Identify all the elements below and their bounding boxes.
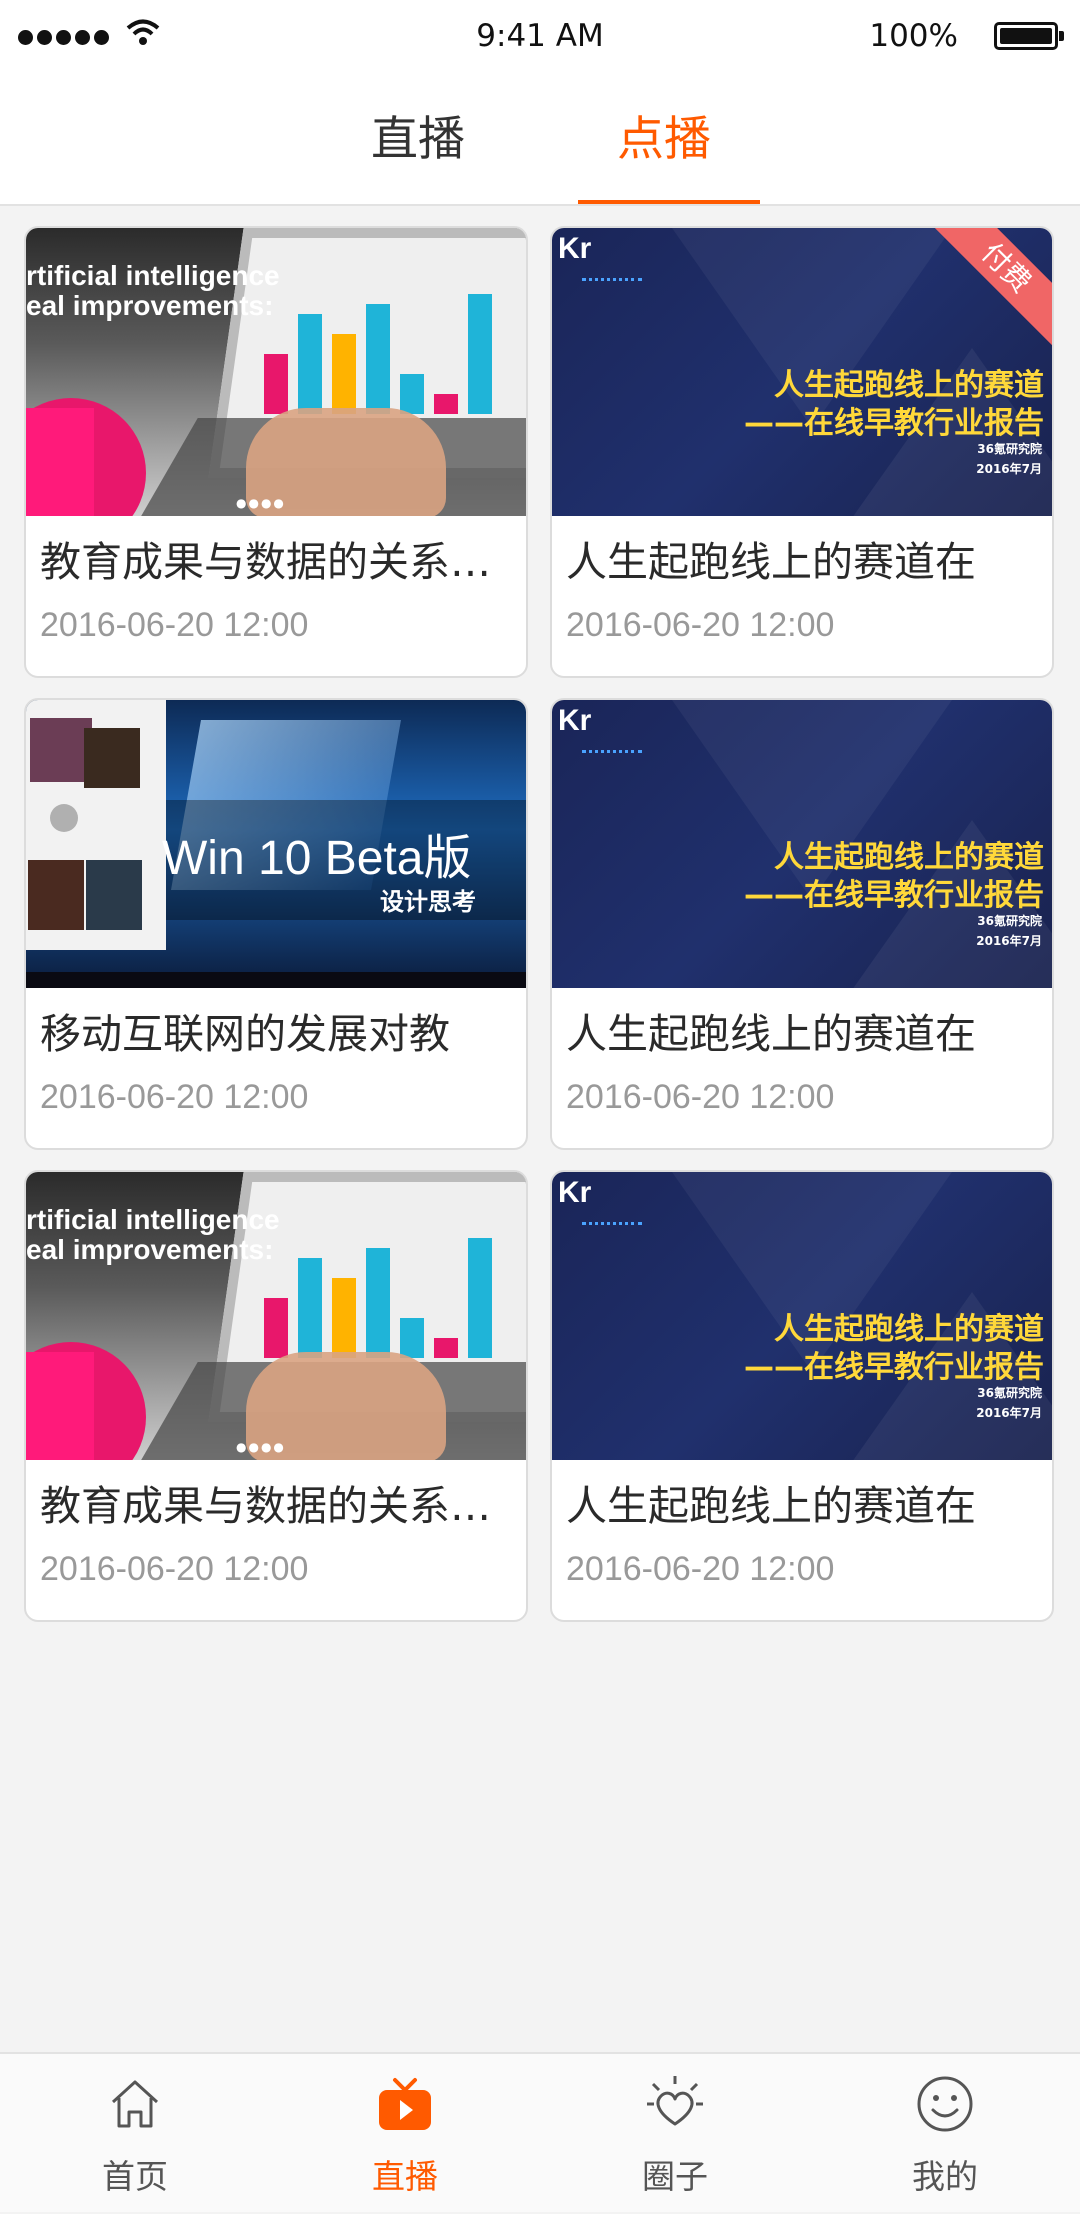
video-date: 2016-06-20 12:00 — [566, 1078, 835, 1116]
thumb-subheading: ——在线早教行业报告 — [744, 878, 1044, 913]
nav-item-me[interactable]: 我的 — [810, 2054, 1080, 2214]
smiley-icon — [917, 2076, 973, 2132]
nav-item-home[interactable]: 首页 — [0, 2054, 270, 2214]
tab-live[interactable]: 直播 — [326, 98, 510, 204]
thumb-date: 2016年7月 — [976, 1406, 1042, 1420]
active-tab-indicator — [578, 200, 760, 204]
video-card[interactable]: Kr 人生起跑线上的赛道 ——在线早教行业报告 36氪研究院 2016年7月 人生起跑线上… — [550, 698, 1054, 1150]
video-date: 2016-06-20 12:00 — [40, 606, 309, 644]
video-thumbnail: Kr 人生起跑线上的赛道 ——在线早教行业报告 36氪研究院 2016年7月 — [552, 228, 1052, 516]
top-tab-bar: 直播 点播 — [0, 76, 1080, 206]
video-card[interactable]: rtificial intelligence eal improvements: ●… — [24, 1170, 528, 1622]
nav-item-live[interactable]: 直播 — [270, 2054, 540, 2214]
chart-bar — [264, 1298, 288, 1358]
chart-bar — [400, 374, 424, 414]
video-card[interactable]: Kr 人生起跑线上的赛道 ——在线早教行业报告 36氪研究院 2016年7月 付费 人生起跑… — [550, 226, 1054, 678]
bottom-nav: 首页 直播 圈子 我的 — [0, 2052, 1080, 2212]
video-date: 2016-06-20 12:00 — [566, 606, 835, 644]
battery-percent: 100% — [869, 18, 958, 54]
video-date: 2016-06-20 12:00 — [40, 1078, 309, 1116]
video-thumbnail: Win 10 Beta版设计思考 — [26, 700, 526, 988]
nav-label: 我的 — [912, 2157, 978, 2196]
tile — [28, 860, 84, 930]
thumb-subheading: ——在线早教行业报告 — [744, 1350, 1044, 1385]
chart-bar — [332, 1278, 356, 1358]
tile — [30, 718, 92, 782]
tile — [86, 860, 142, 930]
chart-bar — [298, 314, 322, 414]
brand-logo: Kr — [558, 1176, 592, 1209]
video-title: 教育成果与数据的关系分析 — [40, 538, 516, 586]
status-bar: 9:41 AM 100% — [0, 0, 1080, 76]
chart-bar — [366, 1248, 390, 1358]
video-thumbnail: Kr 人生起跑线上的赛道 ——在线早教行业报告 36氪研究院 2016年7月 — [552, 700, 1052, 988]
chart-bar — [400, 1318, 424, 1358]
thumb-subheading: 设计思考 — [380, 888, 476, 916]
thumb-heading: Win 10 Beta版 — [162, 832, 472, 885]
video-thumbnail: Kr 人生起跑线上的赛道 ——在线早教行业报告 36氪研究院 2016年7月 — [552, 1172, 1052, 1460]
bg-dots — [582, 750, 642, 755]
video-card[interactable]: Kr 人生起跑线上的赛道 ——在线早教行业报告 36氪研究院 2016年7月 人生起跑线上… — [550, 1170, 1054, 1622]
chart-bar — [264, 354, 288, 414]
thumb-text: eal improvements: — [26, 290, 274, 321]
thumb-text: rtificial intelligence — [26, 1204, 280, 1235]
video-date: 2016-06-20 12:00 — [566, 1550, 835, 1588]
video-thumbnail: rtificial intelligence eal improvements: ●… — [26, 1172, 526, 1460]
video-card[interactable]: rtificial intelligence eal improvements: ●… — [24, 226, 528, 678]
chart-bar — [434, 394, 458, 414]
heart-sun-icon — [647, 2076, 703, 2126]
thumb-date: 2016年7月 — [976, 934, 1042, 948]
thumb-source: 36氪研究院 — [977, 914, 1042, 928]
video-thumbnail: rtificial intelligence eal improvements: ●… — [26, 228, 526, 516]
thumb-source: 36氪研究院 — [977, 442, 1042, 456]
carousel-dots: ●●●● — [236, 1440, 286, 1454]
nav-label: 圈子 — [642, 2157, 708, 2196]
brand-logo: Kr — [558, 704, 592, 737]
video-title: 人生起跑线上的赛道在 — [566, 538, 976, 586]
video-date: 2016-06-20 12:00 — [40, 1550, 309, 1588]
avatar — [50, 804, 78, 832]
video-title: 教育成果与数据的关系分析 — [40, 1482, 516, 1530]
chart-bar — [434, 1338, 458, 1358]
home-icon — [111, 2080, 159, 2128]
nav-label: 首页 — [102, 2157, 168, 2196]
thumb-source: 36氪研究院 — [977, 1386, 1042, 1400]
chart-bar — [298, 1258, 322, 1358]
nav-item-circle[interactable]: 圈子 — [540, 2054, 810, 2214]
chart-bar — [366, 304, 390, 414]
pink-bar — [26, 1352, 94, 1460]
chart-bar — [332, 334, 356, 414]
nav-label: 直播 — [372, 2157, 438, 2196]
thumb-text: eal improvements: — [26, 1234, 274, 1265]
brand-logo: Kr — [558, 232, 592, 265]
video-card[interactable]: Win 10 Beta版设计思考移动互联网的发展对教 2016-06-20 12:… — [24, 698, 528, 1150]
taskbar — [26, 972, 526, 988]
pink-bar — [26, 408, 94, 516]
thumb-subheading: ——在线早教行业报告 — [744, 406, 1044, 441]
battery-icon — [994, 22, 1064, 50]
thumb-date: 2016年7月 — [976, 462, 1042, 476]
tab-on-demand[interactable]: 点播 — [572, 98, 756, 204]
thumb-text: rtificial intelligence — [26, 260, 280, 291]
video-title: 人生起跑线上的赛道在 — [566, 1010, 976, 1058]
chart-bar — [468, 1238, 492, 1358]
video-title: 人生起跑线上的赛道在 — [566, 1482, 976, 1530]
chart-bar — [468, 294, 492, 414]
tv-icon — [379, 2078, 431, 2130]
tile — [84, 728, 140, 788]
bg-dots — [582, 1222, 642, 1227]
video-title: 移动互联网的发展对教 — [40, 1010, 450, 1058]
bg-dots — [582, 278, 642, 283]
carousel-dots: ●●●● — [236, 496, 286, 510]
